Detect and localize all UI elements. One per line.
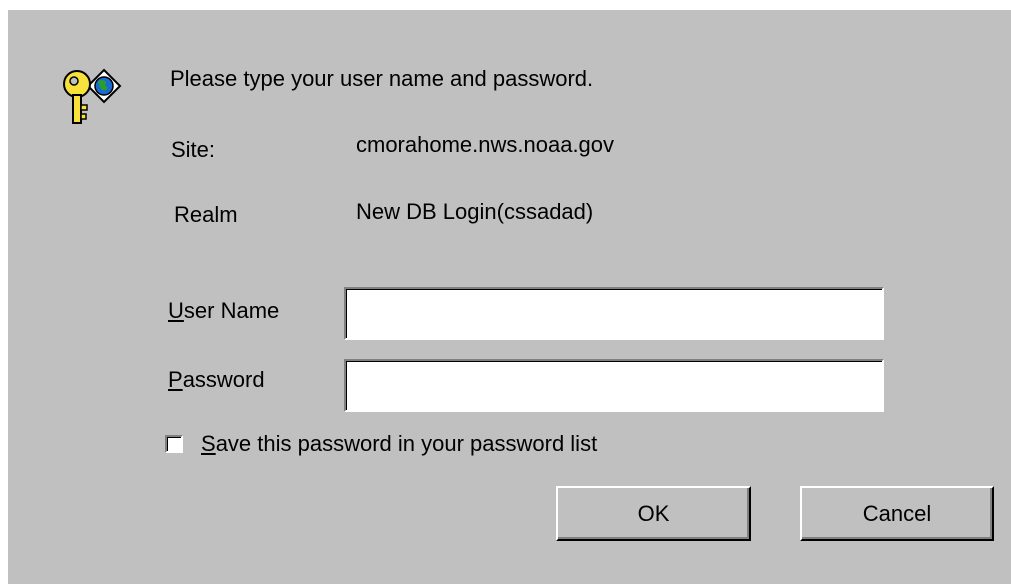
save-password-label-text: ave this password in your password list [215, 431, 598, 456]
password-label-text: assword [182, 367, 265, 392]
username-input[interactable] [346, 289, 882, 338]
password-mnemonic: P [168, 367, 183, 392]
password-field[interactable] [344, 359, 884, 412]
site-label: Site: [171, 137, 216, 162]
cancel-button[interactable]: Cancel [800, 486, 994, 541]
realm-label: Realm [174, 202, 238, 227]
prompt-text: Please type your user name and password. [170, 66, 594, 91]
save-password-mnemonic: S [201, 431, 216, 456]
site-value: cmorahome.nws.noaa.gov [356, 132, 615, 157]
ok-button[interactable]: OK [556, 486, 751, 541]
realm-value: New DB Login(cssadad) [356, 199, 594, 224]
username-field[interactable] [344, 287, 884, 340]
username-label: User Name [168, 298, 279, 324]
password-label: Password [168, 367, 265, 393]
username-mnemonic: U [168, 298, 184, 323]
key-globe-icon [56, 62, 136, 132]
login-dialog: Please type your user name and password.… [8, 10, 1011, 584]
password-input[interactable] [346, 361, 882, 410]
save-password-label[interactable]: Save this password in your password list [201, 431, 597, 457]
save-password-checkbox[interactable] [165, 435, 183, 453]
username-label-text: ser Name [183, 298, 280, 323]
